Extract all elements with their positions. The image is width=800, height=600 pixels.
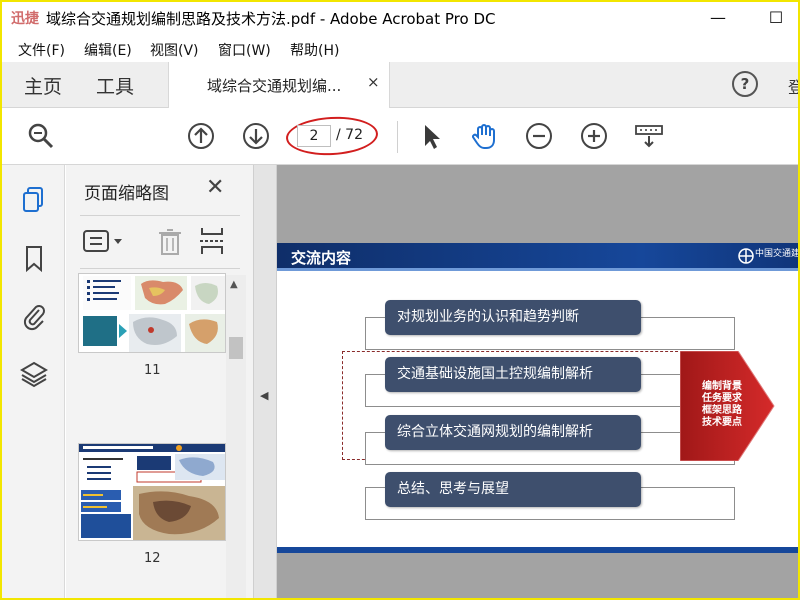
previous-page-icon[interactable] xyxy=(186,121,216,151)
panel-collapse-handle[interactable]: ◀ xyxy=(254,165,277,598)
menu-help[interactable]: 帮助(H) xyxy=(290,40,339,60)
slide-header: 交流内容 中国交通建 xyxy=(277,243,798,271)
slide-footer-bar xyxy=(277,547,798,553)
panel-divider xyxy=(80,268,240,269)
sign-in-partial[interactable]: 登 xyxy=(788,74,798,98)
organization-name: 中国交通建 xyxy=(755,249,798,259)
page-total: / 72 xyxy=(336,127,363,143)
agenda-item-3: 综合立体交通网规划的编制解析 xyxy=(385,415,641,450)
arrow-line-1: 编制背景 xyxy=(702,381,742,392)
collapse-arrow-icon[interactable]: ◀ xyxy=(260,389,268,402)
help-icon[interactable]: ? xyxy=(732,71,758,97)
tab-bar: 主页 工具 域综合交通规划编... × ? 登 xyxy=(2,62,798,108)
delete-page-icon[interactable] xyxy=(156,227,184,257)
extract-page-icon[interactable] xyxy=(198,225,226,257)
menu-view[interactable]: 视图(V) xyxy=(150,40,199,60)
close-tab-icon[interactable]: × xyxy=(367,73,380,91)
menu-file[interactable]: 文件(F) xyxy=(18,40,65,60)
arrow-callout-text: 编制背景 任务要求 框架思路 技术要点 xyxy=(692,381,752,429)
zoom-out-icon[interactable] xyxy=(524,121,554,151)
layers-icon[interactable] xyxy=(19,359,49,389)
tab-tools[interactable]: 工具 xyxy=(96,72,134,99)
next-page-icon[interactable] xyxy=(241,121,271,151)
thumbnail-label-12: 12 xyxy=(144,551,161,566)
tab-document-label: 域综合交通规划编... xyxy=(207,77,342,95)
thumbnail-options-icon[interactable] xyxy=(82,227,126,257)
menu-bar: 文件(F) 编辑(E) 视图(V) 窗口(W) 帮助(H) xyxy=(2,36,798,62)
toolbar: 2 / 72 xyxy=(2,109,798,165)
attachment-icon[interactable] xyxy=(19,301,49,331)
close-panel-icon[interactable]: ✕ xyxy=(206,175,224,200)
page-number-input[interactable]: 2 xyxy=(297,125,331,147)
zoom-in-icon[interactable] xyxy=(579,121,609,151)
zoom-search-icon[interactable] xyxy=(26,121,56,151)
keyboard-zoom-icon[interactable] xyxy=(634,121,664,151)
title-bar: 迅捷 域综合交通规划编制思路及技术方法.pdf - Adobe Acrobat … xyxy=(2,2,798,34)
menu-edit[interactable]: 编辑(E) xyxy=(84,40,132,60)
tab-home[interactable]: 主页 xyxy=(24,72,62,99)
arrow-line-3: 框架思路 xyxy=(702,405,742,416)
scroll-up-icon[interactable]: ▲ xyxy=(230,279,238,290)
select-cursor-icon[interactable] xyxy=(416,121,446,151)
scrollbar-thumb[interactable] xyxy=(229,337,243,359)
thumbnail-label-11: 11 xyxy=(144,363,161,378)
panel-title: 页面缩略图 xyxy=(84,184,169,204)
red-arrow-callout: 编制背景 任务要求 框架思路 技术要点 xyxy=(680,351,775,461)
thumbnail-scrollbar[interactable]: ▲ xyxy=(226,275,246,598)
agenda-item-4: 总结、思考与展望 xyxy=(385,472,641,507)
slide-title: 交流内容 xyxy=(291,249,352,267)
document-view[interactable]: 交流内容 中国交通建 对规划业务的认识和趋势判断 交通基础设施国土控规编制解析 … xyxy=(277,165,798,598)
window-title: 域综合交通规划编制思路及技术方法.pdf - Adobe Acrobat Pro… xyxy=(46,10,496,28)
arrow-line-2: 任务要求 xyxy=(702,393,742,404)
tab-document[interactable]: 域综合交通规划编... × xyxy=(168,62,390,108)
agenda-item-1: 对规划业务的认识和趋势判断 xyxy=(385,300,641,335)
thumbnail-page-12[interactable] xyxy=(78,443,226,541)
pdf-page: 交流内容 中国交通建 对规划业务的认识和趋势判断 交通基础设施国土控规编制解析 … xyxy=(277,243,798,553)
hand-tool-icon[interactable] xyxy=(469,121,499,151)
panel-divider xyxy=(80,215,240,216)
navigation-rail xyxy=(2,165,65,598)
app-window: 迅捷 域综合交通规划编制思路及技术方法.pdf - Adobe Acrobat … xyxy=(0,0,800,600)
arrow-line-4: 技术要点 xyxy=(702,417,742,428)
menu-window[interactable]: 窗口(W) xyxy=(218,40,271,60)
page-thumbnails-icon[interactable] xyxy=(19,185,49,215)
minimize-button[interactable]: — xyxy=(706,6,730,30)
watermark-logo: 迅捷 xyxy=(11,11,39,27)
maximize-button[interactable]: ☐ xyxy=(764,6,788,30)
organization-logo-icon xyxy=(737,247,755,265)
bookmark-icon[interactable] xyxy=(19,243,49,273)
thumbnail-panel: 页面缩略图 ✕ 11 12 ▲ xyxy=(66,165,254,598)
thumbnail-page-11[interactable] xyxy=(78,273,226,353)
toolbar-separator xyxy=(397,121,398,153)
agenda-item-2: 交通基础设施国土控规编制解析 xyxy=(385,357,641,392)
